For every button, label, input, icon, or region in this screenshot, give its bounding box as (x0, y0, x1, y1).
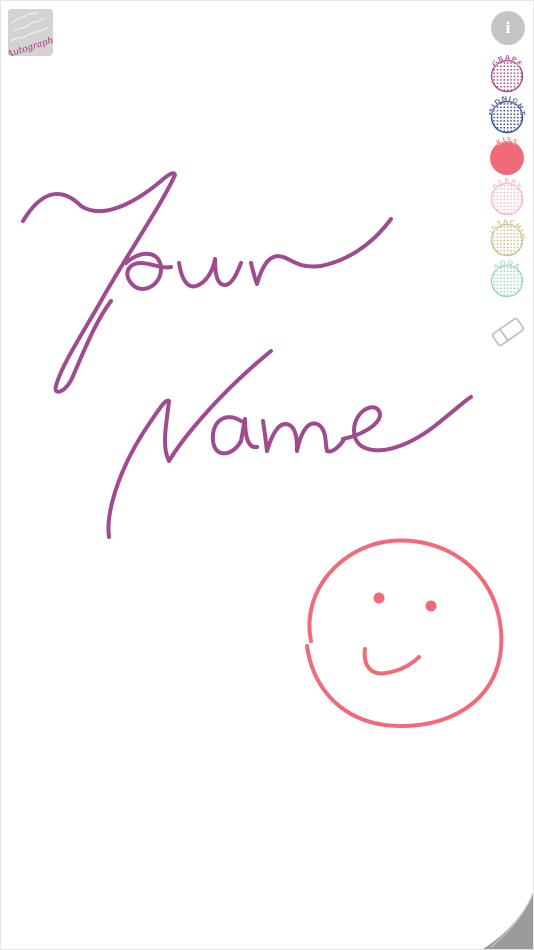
stroke-smiley-face (305, 538, 504, 728)
color-swatch-pistachio[interactable]: PISTACHIO (486, 209, 526, 257)
page-curl-icon (481, 891, 533, 949)
page-curl-button[interactable] (481, 891, 533, 949)
drawing-layer[interactable] (1, 1, 534, 950)
stroke-smiley-mouth (362, 647, 421, 676)
swatch-graphic: SODA (490, 259, 524, 298)
stroke-name-e (341, 395, 473, 453)
color-swatch-soda[interactable]: SODA (489, 256, 525, 298)
swatch-circle (490, 264, 524, 298)
smiley-right-eye (425, 600, 437, 612)
eraser-tool[interactable] (489, 313, 527, 351)
stroke-name-m (261, 419, 345, 454)
color-swatch-midnight[interactable]: MIDNIGHT (488, 92, 526, 134)
smiley-left-eye (373, 592, 385, 604)
swatch-graphic: GRAPE (490, 54, 523, 93)
swatch-graphic: PISTACHIO (486, 209, 526, 257)
app-logo: Autograph (8, 9, 53, 56)
stroke-name-a (210, 415, 259, 456)
stroke-your-top (21, 171, 177, 394)
color-swatch-kiss[interactable]: KISS (489, 133, 525, 175)
color-swatch-grape[interactable]: GRAPE (489, 51, 525, 93)
stroke-your-o (124, 252, 173, 291)
stroke-name-n (106, 349, 273, 539)
stroke-your-r (249, 217, 393, 286)
stroke-your-u (177, 257, 243, 289)
swatch-circle (490, 141, 524, 175)
info-button[interactable]: i (491, 11, 525, 45)
drawing-canvas[interactable]: Autograph i GRAPE MIDNIGHT KISS BERRY PISTAC… (0, 0, 534, 950)
color-swatch-berry[interactable]: BERRY (489, 174, 525, 216)
info-icon: i (505, 19, 511, 37)
swatch-graphic: MIDNIGHT (488, 95, 526, 134)
logo-graphic: Autograph (8, 9, 53, 56)
swatch-graphic: BERRY (491, 177, 523, 216)
eraser-icon (491, 317, 525, 347)
swatch-graphic: KISS (490, 136, 524, 175)
